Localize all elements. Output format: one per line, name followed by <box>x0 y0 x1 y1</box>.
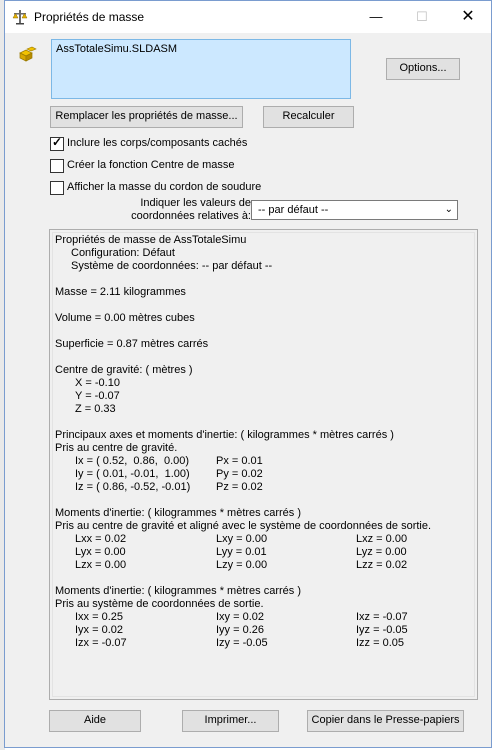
mass-properties-dialog: Propriétés de masse — ☐ ✕ AssTotaleSimu.… <box>4 0 492 748</box>
selected-components-list[interactable]: AssTotaleSimu.SLDASM <box>51 39 351 99</box>
close-button[interactable]: ✕ <box>445 1 491 33</box>
options-button[interactable]: Options... <box>386 58 460 80</box>
inertia-output-title: Moments d'inertie: ( kilogrammes * mètre… <box>55 585 301 597</box>
checkbox-box[interactable] <box>50 159 64 173</box>
results-volume: Volume = 0.00 mètres cubes <box>55 312 195 324</box>
mass-properties-results[interactable]: Propriétés de masse de AssTotaleSimu Con… <box>49 229 478 700</box>
cog-x: X = -0.10 <box>75 377 120 389</box>
inertia-out-izz: Izz = 0.05 <box>356 637 405 649</box>
minimize-button[interactable]: — <box>353 1 399 33</box>
principal-subtitle: Pris au centre de gravité. <box>55 442 178 454</box>
principal-axis-ix: Ix = ( 0.52, 0.86, 0.00) <box>75 455 190 467</box>
inertia-out-iyy: Iyy = 0.26 <box>216 624 265 636</box>
inertia-out-ixy: Ixy = 0.02 <box>216 611 265 623</box>
cog-y: Y = -0.07 <box>75 390 120 402</box>
include-hidden-label: Inclure les corps/composants cachés <box>67 137 248 149</box>
replace-mass-properties-button[interactable]: Remplacer les propriétés de masse... <box>50 106 243 128</box>
inertia-cog-lxy: Lxy = 0.00 <box>216 533 268 545</box>
coordinate-label-line1: Indiquer les valeurs de <box>140 197 251 209</box>
coordinate-system-select[interactable]: -- par défaut -- ⌄ <box>251 200 458 220</box>
inertia-cog-lxz: Lxz = 0.00 <box>356 533 408 545</box>
principal-title: Principaux axes et moments d'inertie: ( … <box>55 429 394 441</box>
inertia-cog-title: Moments d'inertie: ( kilogrammes * mètre… <box>55 507 301 519</box>
selected-component-item[interactable]: AssTotaleSimu.SLDASM <box>56 43 177 55</box>
principal-moment-px: Px = 0.01 <box>216 455 263 467</box>
cog-title: Centre de gravité: ( mètres ) <box>55 364 193 376</box>
coordinate-system-value: -- par défaut -- <box>258 204 329 216</box>
title-bar: Propriétés de masse — ☐ ✕ <box>5 1 491 33</box>
results-header: Propriétés de masse de AssTotaleSimu <box>55 234 247 246</box>
recalculate-button[interactable]: Recalculer <box>263 106 354 128</box>
inertia-output-subtitle: Pris au système de coordonnées de sortie… <box>55 598 264 610</box>
inertia-cog-lyy: Lyy = 0.01 <box>216 546 267 558</box>
inertia-cog-lxx: Lxx = 0.02 <box>75 533 127 545</box>
results-mass: Masse = 2.11 kilogrammes <box>55 286 186 298</box>
coordinate-label-line2: coordonnées relatives à: <box>131 210 251 222</box>
coordinate-system-label: Indiquer les valeurs de coordonnées rela… <box>65 197 251 223</box>
inertia-cog-lzy: Lzy = 0.00 <box>216 559 268 571</box>
inertia-out-iyz: Iyz = -0.05 <box>356 624 408 636</box>
results-coordinate-system: Système de coordonnées: -- par défaut -- <box>71 260 273 272</box>
scale-icon <box>12 9 28 25</box>
help-button[interactable]: Aide <box>49 710 141 732</box>
show-weld-mass-label: Afficher la masse du cordon de soudure <box>67 181 262 193</box>
inertia-cog-lzx: Lzx = 0.00 <box>75 559 127 571</box>
window-title: Propriétés de masse <box>34 10 145 24</box>
inertia-out-izy: Izy = -0.05 <box>216 637 268 649</box>
principal-axis-iz: Iz = ( 0.86, -0.52, -0.01) <box>75 481 191 493</box>
maximize-button: ☐ <box>416 9 428 24</box>
principal-moment-pz: Pz = 0.02 <box>216 481 263 493</box>
results-area: Superficie = 0.87 mètres carrés <box>55 338 209 350</box>
inertia-out-iyx: Iyx = 0.02 <box>75 624 124 636</box>
cog-z: Z = 0.33 <box>75 403 116 415</box>
inertia-out-ixx: Ixx = 0.25 <box>75 611 124 623</box>
copy-to-clipboard-button[interactable]: Copier dans le Presse-papiers <box>307 710 464 732</box>
inertia-cog-subtitle: Pris au centre de gravité et aligné avec… <box>55 520 432 532</box>
inertia-out-ixz: Ixz = -0.07 <box>356 611 408 623</box>
principal-moment-py: Py = 0.02 <box>216 468 263 480</box>
checkbox-box[interactable] <box>50 135 64 151</box>
assembly-icon <box>17 45 37 65</box>
inertia-cog-lyz: Lyz = 0.00 <box>356 546 407 558</box>
checkbox-box[interactable] <box>50 181 64 195</box>
inertia-out-izx: Izx = -0.07 <box>75 637 127 649</box>
create-center-of-mass-label: Créer la fonction Centre de masse <box>67 159 235 171</box>
print-button[interactable]: Imprimer... <box>182 710 279 732</box>
principal-axis-iy: Iy = ( 0.01, -0.01, 1.00) <box>75 468 190 480</box>
inertia-cog-lyx: Lyx = 0.00 <box>75 546 126 558</box>
results-configuration: Configuration: Défaut <box>71 247 175 259</box>
chevron-down-icon: ⌄ <box>444 204 453 215</box>
inertia-cog-lzz: Lzz = 0.02 <box>356 559 408 571</box>
